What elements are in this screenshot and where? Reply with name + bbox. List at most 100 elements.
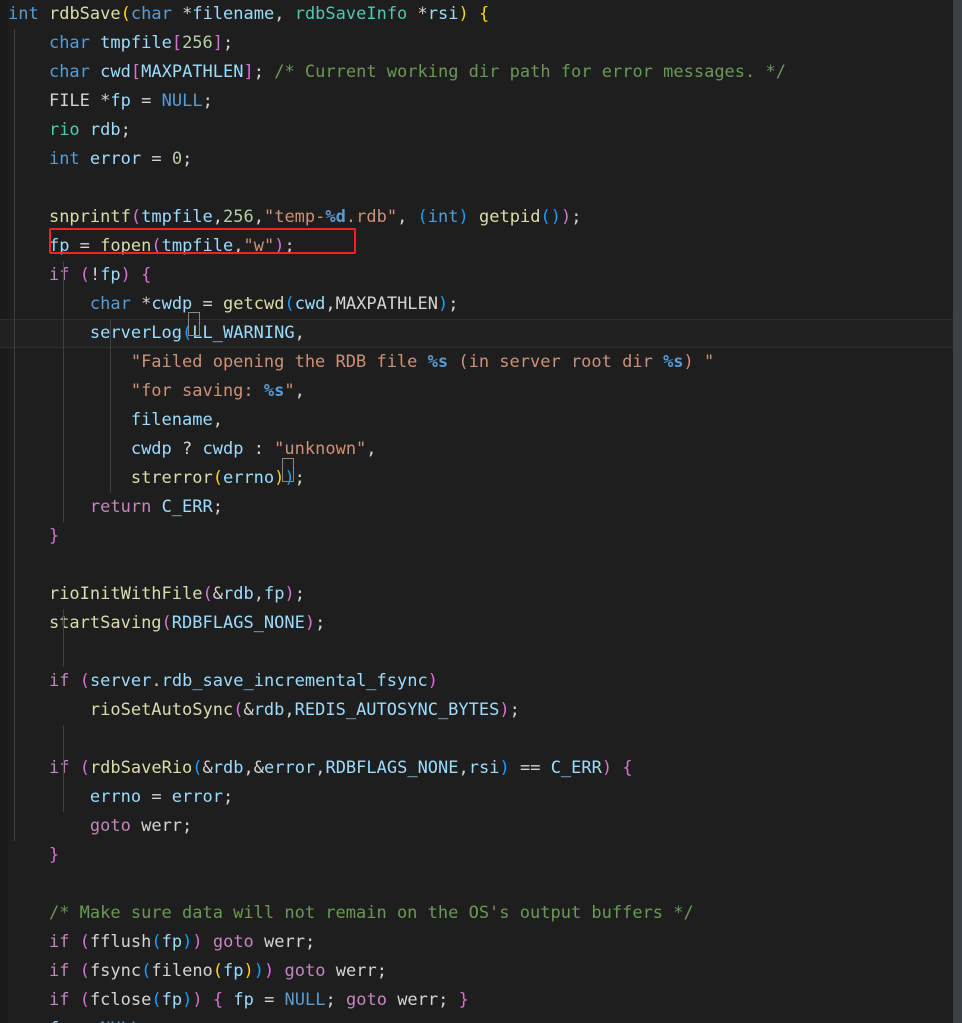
token-kw: int — [48, 149, 80, 169]
token-p2: ) — [458, 207, 469, 227]
token-p1: ) — [499, 700, 510, 720]
code-line[interactable] — [0, 638, 962, 667]
code-line[interactable]: if (fsync(fileno(fp))) goto werr; — [0, 957, 962, 986]
token-plain: werr — [141, 816, 183, 836]
code-line[interactable]: fp = fopen(tmpfile,"w"); — [0, 232, 962, 261]
token-op: ; — [202, 91, 213, 111]
token-p1: ) — [304, 613, 316, 633]
token-var: serverLog — [89, 323, 183, 343]
code-line[interactable]: "Failed opening the RDB file %s (in serv… — [0, 348, 962, 377]
code-line[interactable]: char cwd[MAXPATHLEN]; /* Current working… — [0, 58, 962, 87]
token-ctrl: return — [89, 497, 152, 517]
token-fn: rdbSaveRio — [89, 758, 193, 778]
token-op: ; — [571, 207, 582, 227]
code-editor[interactable]: int rdbSave(char *filename, rdbSaveInfo … — [0, 0, 962, 1023]
code-line[interactable]: FILE *fp = NULL; — [0, 87, 962, 116]
token-ctrl: goto — [345, 990, 387, 1010]
token-fn: rioSetAutoSync — [89, 700, 234, 720]
code-line[interactable]: errno = error; — [0, 783, 962, 812]
token-fn: snprintf — [48, 207, 131, 227]
code-line[interactable]: rioInitWithFile(&rdb,fp); — [0, 580, 962, 609]
code-line[interactable]: "for saving: %s", — [0, 377, 962, 406]
token-var: rdb — [222, 584, 254, 604]
token-op: == — [509, 758, 551, 778]
token-op: * — [100, 91, 111, 111]
token-p1: ) — [560, 207, 572, 227]
token-plain: werr — [264, 932, 305, 952]
code-line[interactable]: int error = 0; — [0, 145, 962, 174]
token-fn: getcwd — [223, 294, 285, 314]
token-op: , — [253, 584, 264, 604]
token-var: MAXPATHLEN — [141, 62, 244, 82]
token-op: , — [274, 4, 295, 24]
code-line[interactable]: if (!fp) { — [0, 261, 962, 290]
token-fn: rdbSave — [48, 4, 121, 24]
token-op: , — [212, 207, 223, 227]
token-p1: ) — [192, 932, 203, 952]
code-line[interactable]: if (fflush(fp)) goto werr; — [0, 928, 962, 957]
code-line[interactable]: char tmpfile[256]; — [0, 29, 962, 58]
token-var: tmpfile — [100, 33, 172, 53]
token-op: = — [192, 294, 224, 314]
token-var: cwdp — [151, 294, 193, 314]
token-p2: ) — [182, 990, 193, 1010]
code-lines-container[interactable]: int rdbSave(char *filename, rdbSaveInfo … — [0, 0, 962, 1023]
token-p1: } — [48, 845, 60, 865]
token-op: * — [182, 4, 193, 24]
token-num: 256 — [182, 33, 213, 53]
token-p1: ( — [130, 207, 142, 227]
token-var: fp — [161, 990, 183, 1010]
code-line[interactable]: int rdbSave(char *filename, rdbSaveInfo … — [0, 0, 962, 29]
code-line[interactable] — [0, 551, 962, 580]
code-line[interactable]: rioSetAutoSync(&rdb,REDIS_AUTOSYNC_BYTES… — [0, 696, 962, 725]
token-op: , — [315, 758, 326, 778]
code-line[interactable] — [0, 174, 962, 203]
token-var: rdb — [212, 758, 244, 778]
code-line[interactable]: snprintf(tmpfile,256,"temp-%d.rdb", (int… — [0, 203, 962, 232]
token-p1: [ — [130, 62, 142, 82]
code-line[interactable] — [0, 870, 962, 899]
code-line[interactable]: goto werr; — [0, 812, 962, 841]
token-p1: ) — [264, 961, 275, 981]
code-line[interactable]: /* Make sure data will not remain on the… — [0, 899, 962, 928]
token-op: ; — [141, 1019, 151, 1023]
code-line[interactable]: cwdp ? cwdp : "unknown", — [0, 435, 962, 464]
token-var: server — [89, 671, 152, 691]
token-op: ; — [120, 120, 131, 140]
token-var: filename — [130, 410, 213, 430]
editor-scrollbar[interactable] — [953, 0, 962, 1023]
code-line[interactable]: } — [0, 841, 962, 870]
code-line[interactable]: rio rdb; — [0, 116, 962, 145]
code-line[interactable]: startSaving(RDBFLAGS_NONE); — [0, 609, 962, 638]
token-p1: ( — [79, 265, 90, 285]
token-var: rdb — [253, 700, 285, 720]
code-line[interactable]: if (rdbSaveRio(&rdb,&error,RDBFLAGS_NONE… — [0, 754, 962, 783]
token-str: "unknown" — [274, 439, 367, 459]
token-kw: NULL — [284, 990, 326, 1010]
code-line[interactable]: } — [0, 522, 962, 551]
code-line[interactable]: fp = NULL; — [0, 1015, 962, 1023]
token-p0: ( — [212, 961, 224, 981]
code-line[interactable]: if (fclose(fp)) { fp = NULL; goto werr; … — [0, 986, 962, 1015]
code-line[interactable] — [0, 725, 962, 754]
token-var: errno — [89, 787, 142, 807]
code-line[interactable]: return C_ERR; — [0, 493, 962, 522]
code-line[interactable]: serverLog(LL_WARNING, — [0, 319, 962, 348]
code-line[interactable]: char *cwdp = getcwd(cwd,MAXPATHLEN); — [0, 290, 962, 319]
code-line[interactable]: filename, — [0, 406, 962, 435]
code-line[interactable]: if (server.rdb_save_incremental_fsync) — [0, 667, 962, 696]
token-var: fp — [161, 932, 183, 952]
code-line[interactable]: strerror(errno)); — [0, 464, 962, 493]
token-ctrl: if — [48, 932, 70, 952]
